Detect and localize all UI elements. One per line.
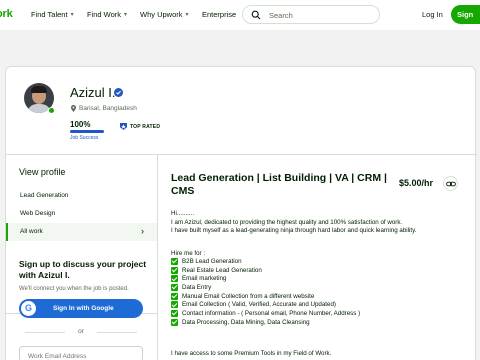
view-profile-heading: View profile: [19, 167, 66, 177]
sidebar-item-web-design[interactable]: Web Design: [6, 205, 157, 223]
sidebar-item-label: Lead Generation: [20, 192, 69, 199]
nav-find-talent[interactable]: Find Talent ▾: [31, 10, 74, 19]
location: Barisal, Bangladesh: [71, 105, 137, 112]
top-rated-badge: TOP RATED: [120, 123, 160, 130]
list-item: Email Collection ( Valid, Verified, Accu…: [171, 300, 471, 309]
services-list: B2B Lead Generation Real Estate Lead Gen…: [171, 257, 471, 327]
checkmark-icon: [171, 318, 178, 326]
hourly-rate: $5.00/hr: [399, 178, 434, 188]
service-label: B2B Lead Generation: [182, 257, 242, 265]
description-line: I am Azizul, dedicated to providing the …: [171, 218, 403, 226]
service-label: Email marketing: [182, 275, 227, 283]
profile-description: Hi.......... I am Azizul, dedicated to p…: [171, 210, 471, 236]
chevron-down-icon: ▾: [70, 12, 74, 18]
login-link[interactable]: Log In: [422, 10, 443, 19]
search-icon: [251, 10, 261, 20]
service-label: Manual Email Collection from a different…: [182, 292, 315, 300]
profile-header: Azizul I. Barisal, Bangladesh 100% Job S…: [6, 67, 477, 155]
nav-enterprise-label: Enterprise: [202, 10, 237, 19]
upwork-logo[interactable]: ork: [0, 8, 13, 20]
description-line: Hi..........: [171, 210, 195, 217]
or-divider: or: [5, 328, 157, 335]
search-input[interactable]: Search: [242, 5, 380, 24]
google-signin-button[interactable]: G Sign In with Google: [19, 299, 143, 318]
list-item: B2B Lead Generation: [171, 257, 471, 266]
signup-subtext: We'll connect you when the job is posted…: [19, 286, 129, 292]
checkmark-icon: [171, 301, 178, 309]
list-item: Manual Email Collection from a different…: [171, 292, 471, 301]
sidebar-item-all-work[interactable]: All work ›: [6, 223, 157, 241]
nav-enterprise[interactable]: Enterprise: [202, 10, 236, 19]
online-status-dot: [48, 107, 55, 114]
tools-text: I have access to some Premium Tools in m…: [171, 350, 332, 357]
service-label: Email Collection ( Valid, Verified, Accu…: [182, 301, 336, 309]
sidebar-item-label: All work: [20, 228, 43, 235]
nav-find-talent-label: Find Talent: [31, 10, 68, 19]
nav-find-work-label: Find Work: [87, 10, 122, 19]
list-item: Data Processing, Data Mining, Data Clean…: [171, 318, 471, 327]
signup-heading: Sign up to discuss your project with Azi…: [19, 259, 147, 280]
job-success-value: 100%: [70, 120, 91, 129]
chevron-right-icon: ›: [141, 226, 144, 236]
nav-why-upwork[interactable]: Why Upwork ▾: [140, 10, 189, 19]
verified-icon: [114, 88, 123, 97]
link-icon: [446, 181, 456, 187]
nav-why-upwork-label: Why Upwork: [140, 10, 183, 19]
checkmark-icon: [171, 292, 178, 300]
google-signin-label: Sign In with Google: [53, 305, 114, 312]
service-label: Data Entry: [182, 283, 212, 291]
sidebar-item-lead-generation[interactable]: Lead Generation: [6, 187, 157, 205]
nav-find-work[interactable]: Find Work ▾: [87, 10, 127, 19]
top-navigation-bar: ork Find Talent▾ Find Work▾ Why Upwork▾ …: [0, 0, 480, 30]
sidebar-item-label: Web Design: [20, 210, 56, 217]
checkmark-icon: [171, 257, 178, 265]
top-rated-icon: [120, 123, 127, 130]
service-label: Real Estate Lead Generation: [182, 266, 262, 274]
checkmark-icon: [171, 266, 178, 274]
email-field[interactable]: [19, 346, 143, 360]
list-item: Contact information - ( Personal email, …: [171, 309, 471, 318]
list-item: Real Estate Lead Generation: [171, 266, 471, 275]
top-rated-label: TOP RATED: [130, 123, 161, 130]
job-success-label: Job Success: [70, 135, 99, 141]
copy-link-button[interactable]: [443, 176, 458, 191]
checkmark-icon: [171, 309, 178, 317]
location-pin-icon: [71, 105, 76, 112]
list-item: Data Entry: [171, 283, 471, 292]
checkmark-icon: [171, 283, 178, 291]
signup-button[interactable]: Sign: [451, 5, 480, 24]
chevron-down-icon: ▾: [185, 12, 189, 18]
location-text: Barisal, Bangladesh: [79, 105, 137, 112]
search-placeholder: Search: [269, 11, 293, 20]
hire-me-heading: Hire me for :: [171, 250, 206, 257]
freelancer-name: Azizul I.: [70, 85, 116, 100]
chevron-down-icon: ▾: [124, 12, 128, 18]
job-success-bar: [70, 130, 104, 133]
checkmark-icon: [171, 275, 178, 283]
list-item: Email marketing: [171, 274, 471, 283]
service-label: Data Processing, Data Mining, Data Clean…: [182, 318, 310, 326]
service-label: Contact information - ( Personal email, …: [182, 309, 361, 317]
description-line: I have built myself as a lead-generating…: [171, 227, 417, 235]
google-icon: G: [21, 301, 36, 316]
profile-title: Lead Generation | List Building | VA | C…: [171, 172, 387, 197]
